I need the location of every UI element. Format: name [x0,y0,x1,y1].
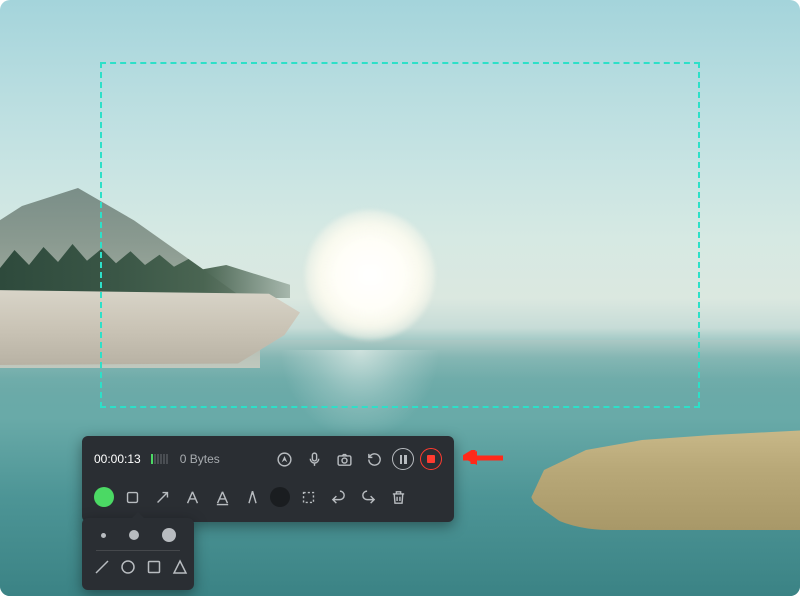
draw-tool-icon[interactable] [240,485,264,509]
shape-row [94,559,182,580]
recording-toolbar: 00:00:13 0 Bytes [82,436,454,522]
capture-region[interactable] [100,62,700,408]
shape-circle-icon[interactable] [120,559,136,580]
audio-level-meter [151,454,168,464]
text-tool-icon[interactable] [180,485,204,509]
pause-button[interactable] [392,448,414,470]
marquee-tool-icon[interactable] [296,485,320,509]
cursor-highlight-icon[interactable] [272,447,296,471]
rectangle-tool-icon[interactable] [120,485,144,509]
highlight-tool-icon[interactable] [210,485,234,509]
tool-options-popup [82,518,194,590]
color-swatch-green[interactable] [94,487,114,507]
screenshot-scene: 00:00:13 0 Bytes [0,0,800,596]
toolbar-top-row: 00:00:13 0 Bytes [94,444,442,474]
color-swatch-dark[interactable] [270,487,290,507]
shape-triangle-icon[interactable] [172,559,188,580]
file-size-label: 0 Bytes [180,452,220,466]
brush-size-small[interactable] [101,533,106,538]
microphone-icon[interactable] [302,447,326,471]
shape-line-icon[interactable] [94,559,110,580]
brush-size-row [94,528,182,542]
camera-icon[interactable] [332,447,356,471]
reset-icon[interactable] [362,447,386,471]
popup-divider [96,550,180,551]
recording-timer: 00:00:13 [94,452,141,466]
callout-arrow-icon [463,450,503,466]
brush-size-large[interactable] [162,528,176,542]
undo-icon[interactable] [326,485,350,509]
brush-size-medium[interactable] [129,530,139,540]
stop-button[interactable] [420,448,442,470]
redo-icon[interactable] [356,485,380,509]
stop-icon [427,455,435,463]
trash-icon[interactable] [386,485,410,509]
arrow-tool-icon[interactable] [150,485,174,509]
toolbar-bottom-row [94,482,442,512]
shape-square-icon[interactable] [146,559,162,580]
pause-icon [400,455,407,464]
